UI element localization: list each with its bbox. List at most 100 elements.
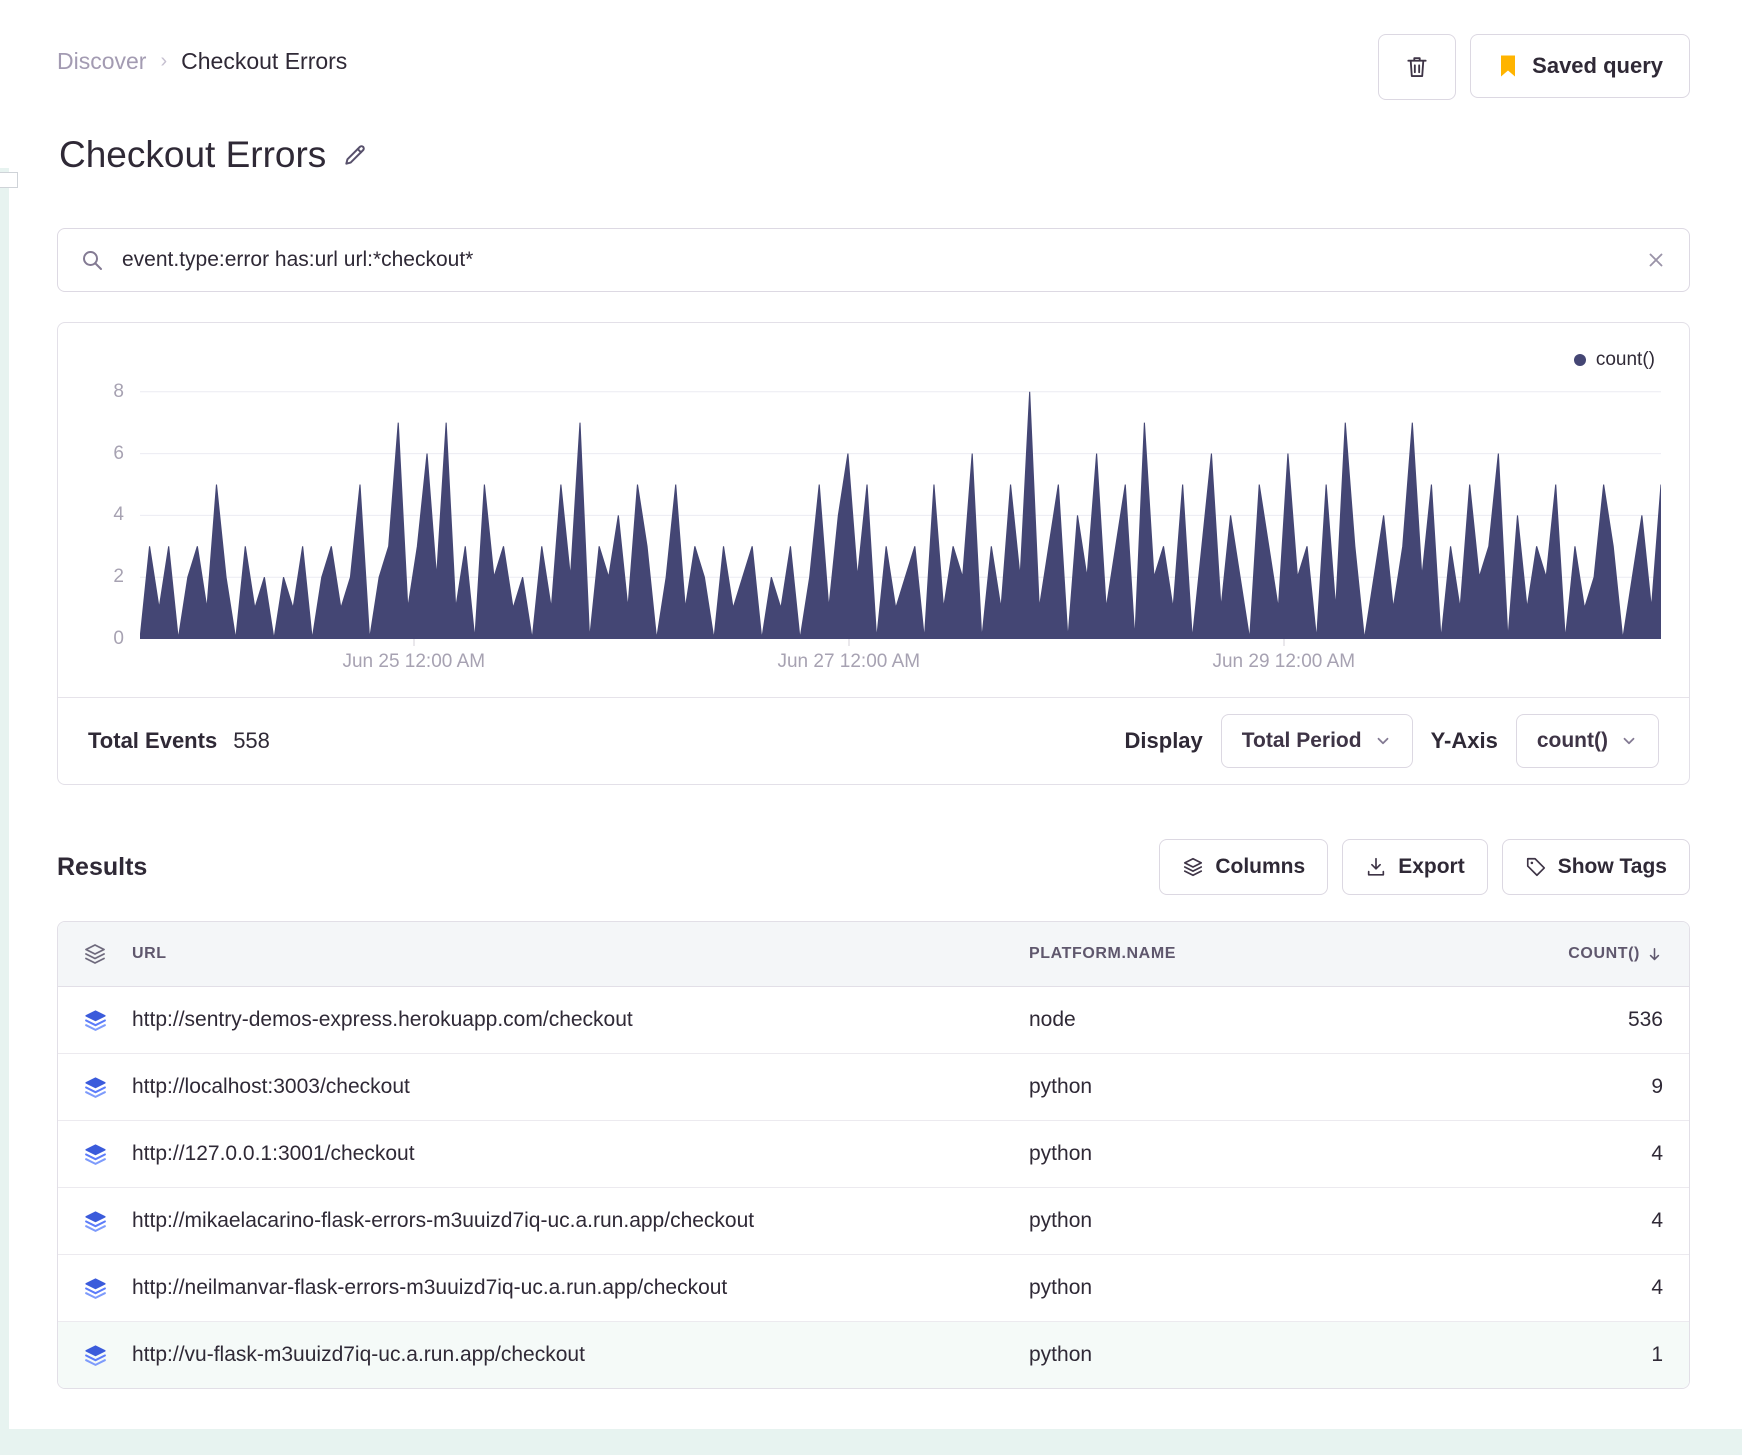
topbar-actions: Saved query xyxy=(1378,34,1690,100)
row-url[interactable]: http://mikaelacarino-flask-errors-m3uuiz… xyxy=(132,1209,1029,1233)
row-platform: python xyxy=(1029,1209,1093,1232)
table-row[interactable]: http://localhost:3003/checkout python 9 xyxy=(58,1054,1689,1121)
chevron-down-icon xyxy=(1623,737,1635,745)
layers-icon xyxy=(84,1277,106,1299)
footer-controls: Display Total Period Y-Axis count() xyxy=(1125,714,1659,768)
layers-icon xyxy=(84,1143,106,1165)
saved-query-label: Saved query xyxy=(1532,53,1663,78)
chart-svg xyxy=(140,381,1661,639)
breadcrumb-separator-icon: › xyxy=(160,50,168,72)
export-label: Export xyxy=(1398,855,1465,878)
top-bar: Discover › Checkout Errors Saved query xyxy=(57,34,1690,100)
yaxis-label: Y-Axis xyxy=(1430,728,1498,753)
row-platform: node xyxy=(1029,1008,1076,1031)
layers-icon xyxy=(84,1076,106,1098)
export-button[interactable]: Export xyxy=(1342,839,1488,895)
trash-icon xyxy=(1407,57,1427,78)
total-events-label: Total Events xyxy=(88,728,218,753)
breadcrumb-current: Checkout Errors xyxy=(181,48,348,74)
breadcrumb-discover[interactable]: Discover xyxy=(57,48,146,75)
clear-search-button[interactable] xyxy=(1645,249,1667,271)
display-value: Total Period xyxy=(1241,729,1362,752)
display-dropdown[interactable]: Total Period xyxy=(1220,714,1413,768)
layers-icon xyxy=(85,944,105,964)
columns-stack-icon xyxy=(1184,857,1203,877)
row-count: 9 xyxy=(1651,1075,1663,1098)
display-label: Display xyxy=(1124,728,1203,753)
row-count: 1 xyxy=(1651,1343,1663,1366)
column-header-platform[interactable]: PLATFORM.NAME xyxy=(1029,945,1459,963)
bookmark-icon xyxy=(1501,55,1516,77)
row-url[interactable]: http://sentry-demos-express.herokuapp.co… xyxy=(132,1008,1029,1032)
row-url[interactable]: http://neilmanvar-flask-errors-m3uuizd7i… xyxy=(132,1276,1029,1300)
legend-label: count() xyxy=(1595,349,1655,370)
saved-query-button[interactable]: Saved query xyxy=(1470,34,1690,98)
column-header-url[interactable]: URL xyxy=(132,945,1029,963)
search-input[interactable] xyxy=(120,247,1629,273)
row-count: 4 xyxy=(1651,1276,1663,1299)
chart-x-axis: Jun 25 12:00 AM Jun 27 12:00 AM Jun 29 12:… xyxy=(140,639,1661,683)
download-icon xyxy=(1368,857,1385,876)
sidebar-collapse-handle[interactable] xyxy=(0,172,18,188)
row-url[interactable]: http://vu-flask-m3uuizd7iq-uc.a.run.app/… xyxy=(132,1343,1029,1367)
layers-icon xyxy=(84,1009,106,1031)
columns-label: Columns xyxy=(1215,855,1306,878)
chart-panel: count() 0 2 4 6 8 Jun 25 12:00 AM Jun 27 12:0… xyxy=(57,322,1690,785)
results-table-body: http://sentry-demos-express.herokuapp.co… xyxy=(58,987,1689,1388)
results-table-header: URL PLATFORM.NAME COUNT() xyxy=(58,922,1689,987)
table-row[interactable]: http://127.0.0.1:3001/checkout python 4 xyxy=(58,1121,1689,1188)
delete-query-button[interactable] xyxy=(1378,34,1457,100)
layers-icon xyxy=(84,1344,106,1366)
pencil-icon xyxy=(345,145,366,165)
chart-inner: count() 0 2 4 6 8 Jun 25 12:00 AM Jun 27 12:0… xyxy=(58,323,1689,689)
row-count: 536 xyxy=(1627,1008,1663,1031)
y-axis-tick-label: 6 xyxy=(113,442,124,464)
corner-patch xyxy=(0,0,9,168)
discover-page: Discover › Checkout Errors Saved query C… xyxy=(0,0,1742,1429)
results-actions: Columns Export Show Tags xyxy=(1159,839,1690,895)
column-header-count[interactable]: COUNT() xyxy=(1459,945,1689,963)
breadcrumb: Discover › Checkout Errors xyxy=(57,34,347,75)
y-axis-tick-label: 8 xyxy=(113,380,124,402)
row-count: 4 xyxy=(1651,1142,1663,1165)
table-row[interactable]: http://sentry-demos-express.herokuapp.co… xyxy=(58,987,1689,1054)
total-events-value: 558 xyxy=(233,728,270,753)
columns-button[interactable]: Columns xyxy=(1159,839,1329,895)
chevron-down-icon xyxy=(1377,737,1388,745)
sort-desc-icon xyxy=(1649,947,1660,960)
yaxis-dropdown[interactable]: count() xyxy=(1515,714,1659,768)
layers-icon xyxy=(84,1210,106,1232)
x-axis-tick xyxy=(413,639,415,646)
y-axis-tick-label: 0 xyxy=(113,628,124,649)
x-axis-tick-label: Jun 25 12:00 AM xyxy=(342,651,486,672)
page-title: Checkout Errors xyxy=(59,134,327,175)
show-tags-button[interactable]: Show Tags xyxy=(1501,839,1690,895)
yaxis-value: count() xyxy=(1536,729,1608,752)
row-url[interactable]: http://localhost:3003/checkout xyxy=(132,1075,1029,1099)
chart-footer: Total Events 558 Display Total Period Y-… xyxy=(58,697,1689,784)
chart-legend[interactable]: count() xyxy=(82,345,1661,381)
results-header: Results Columns Export Show Tags xyxy=(57,839,1690,895)
row-url[interactable]: http://127.0.0.1:3001/checkout xyxy=(132,1142,1029,1166)
table-row[interactable]: http://mikaelacarino-flask-errors-m3uuiz… xyxy=(58,1188,1689,1255)
x-axis-tick-label: Jun 29 12:00 AM xyxy=(1212,651,1356,672)
x-axis-tick xyxy=(848,639,850,646)
search-bar xyxy=(57,228,1690,292)
y-axis-tick-label: 4 xyxy=(113,504,124,526)
table-row[interactable]: http://vu-flask-m3uuizd7iq-uc.a.run.app/… xyxy=(58,1322,1689,1388)
table-row[interactable]: http://neilmanvar-flask-errors-m3uuizd7i… xyxy=(58,1255,1689,1322)
chart-area: 0 2 4 6 8 xyxy=(113,381,1661,649)
row-platform: python xyxy=(1029,1075,1093,1098)
show-tags-label: Show Tags xyxy=(1557,855,1667,878)
row-count: 4 xyxy=(1651,1209,1663,1232)
x-axis-tick xyxy=(1283,639,1285,646)
results-heading: Results xyxy=(57,852,148,881)
y-axis-tick-label: 2 xyxy=(113,566,124,588)
row-platform: python xyxy=(1029,1276,1093,1299)
edit-title-button[interactable] xyxy=(342,142,368,168)
row-platform: python xyxy=(1029,1142,1093,1165)
legend-dot xyxy=(1573,354,1586,366)
tag-icon xyxy=(1526,857,1545,877)
results-table: URL PLATFORM.NAME COUNT() http://sentry-… xyxy=(57,921,1690,1389)
total-events: Total Events 558 xyxy=(88,728,270,754)
